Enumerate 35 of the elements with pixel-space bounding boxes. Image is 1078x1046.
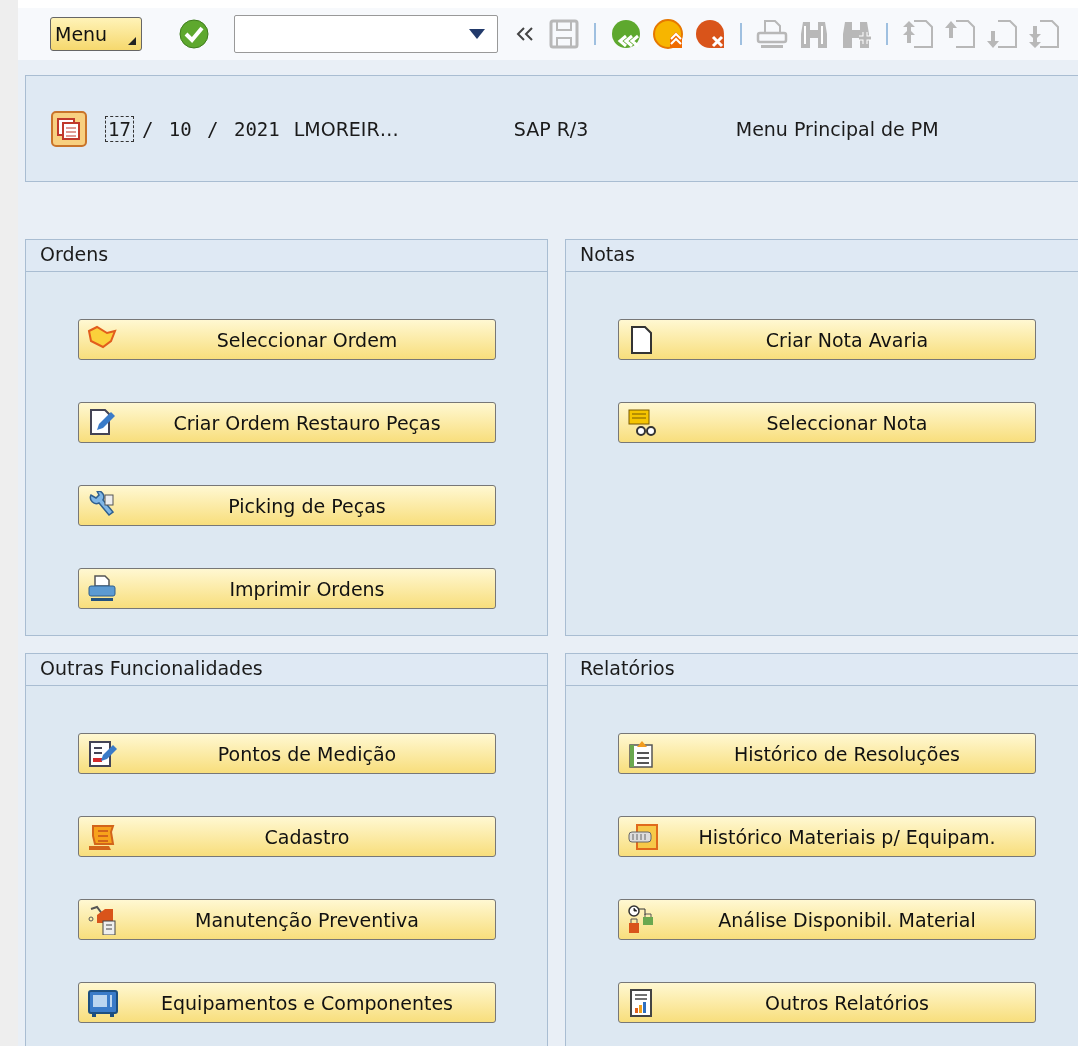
glasses-note-icon (627, 407, 659, 438)
action-button[interactable]: Equipamentos e Componentes (78, 982, 496, 1023)
action-button[interactable]: Histórico Materiais p/ Equipam. (618, 816, 1036, 857)
command-field[interactable] (234, 15, 498, 53)
action-button[interactable]: Criar Nota Avaria (618, 319, 1036, 360)
dropdown-arrow-icon[interactable] (469, 29, 485, 39)
date-day-field[interactable]: 17 (105, 115, 134, 142)
user-name: LMOREIR… (293, 117, 400, 140)
back-icon[interactable] (610, 18, 642, 50)
pencil-list-icon (87, 738, 119, 769)
menu-button[interactable]: Menu (50, 17, 142, 51)
system-name: SAP R/3 (513, 117, 590, 140)
check-icon[interactable] (178, 18, 210, 50)
corner-triangle-icon (128, 37, 136, 45)
action-button[interactable]: Picking de Peças (78, 485, 496, 526)
action-button[interactable]: Análise Disponibil. Material (618, 899, 1036, 940)
calendar-icon[interactable] (51, 110, 87, 147)
screen-title: Menu Principal de PM (735, 117, 939, 140)
printer-icon (87, 573, 119, 604)
action-button[interactable]: Histórico de Resoluções (618, 733, 1036, 774)
tools-card-icon (87, 904, 119, 935)
date-text: / 10 / 2021 (141, 117, 280, 140)
action-button[interactable]: Seleccionar Ordem (78, 319, 496, 360)
action-button[interactable]: Pontos de Medição (78, 733, 496, 774)
screw-box-icon (627, 821, 659, 852)
exit-icon[interactable] (652, 18, 684, 50)
monitor-icon (87, 987, 119, 1018)
cancel-icon[interactable] (694, 18, 726, 50)
action-button[interactable]: Cadastro (78, 816, 496, 857)
action-button[interactable]: Criar Ordem Restauro Peças (78, 402, 496, 443)
action-button[interactable]: Imprimir Ordens (78, 568, 496, 609)
action-button[interactable]: Outros Relatórios (618, 982, 1036, 1023)
action-button[interactable]: Seleccionar Nota (618, 402, 1036, 443)
action-button[interactable]: Manutenção Preventiva (78, 899, 496, 940)
collapse-icon[interactable] (516, 26, 534, 42)
